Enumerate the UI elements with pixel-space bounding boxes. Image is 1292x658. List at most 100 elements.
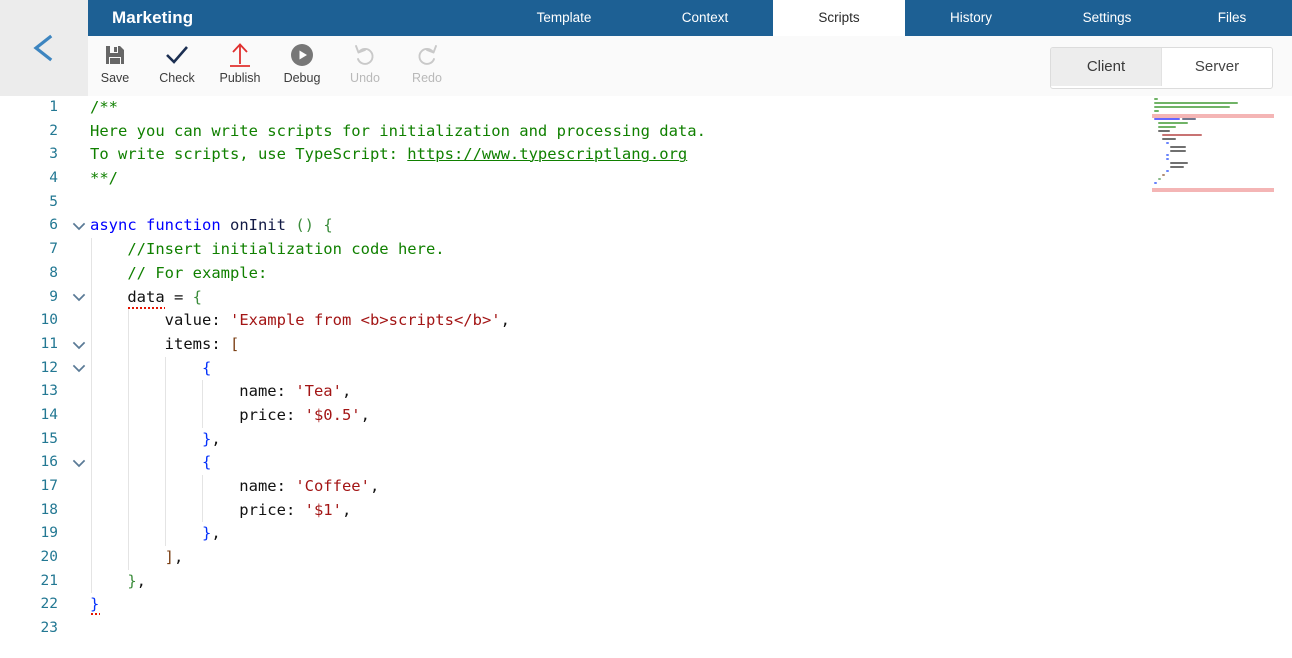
line-number: 3: [49, 146, 58, 163]
minimap-line: [1170, 162, 1188, 164]
line-number: 23: [40, 620, 58, 637]
code-text: price: '$0.5',: [90, 404, 370, 428]
line-number: 2: [49, 122, 58, 139]
code-line[interactable]: 8 // For example:: [0, 261, 1292, 286]
vertical-scrollbar[interactable]: [1278, 96, 1292, 658]
code-line[interactable]: 19 },: [0, 522, 1292, 547]
mode-server-button[interactable]: Server: [1161, 48, 1272, 86]
error-token: data: [127, 287, 165, 309]
code-token: **/: [90, 169, 118, 188]
code-token: [: [229, 334, 240, 353]
tab-context[interactable]: Context: [655, 0, 755, 36]
code-line[interactable]: 14 price: '$0.5',: [0, 403, 1292, 428]
code-line[interactable]: 3 To write scripts, use TypeScript: https…: [0, 143, 1292, 167]
line-number: 11: [40, 335, 58, 352]
minimap-line: [1154, 98, 1158, 100]
code-token: onInit: [229, 216, 286, 235]
code-token: 'Example from <b>scripts</b>': [229, 311, 501, 330]
code-token: (): [295, 216, 314, 235]
minimap-line: [1166, 158, 1169, 160]
tab-history[interactable]: History: [920, 0, 1022, 36]
code-line[interactable]: 6 async function onInit () {: [0, 214, 1292, 238]
code-line[interactable]: 7 //Insert initialization code here.: [0, 238, 1292, 262]
code-text: /**: [90, 96, 118, 120]
code-token: Here you can write scripts for initializ…: [90, 121, 706, 140]
code-line[interactable]: 9 data = {: [0, 285, 1292, 310]
code-line[interactable]: 22}: [0, 593, 1292, 617]
line-number: 12: [40, 359, 58, 376]
minimap-line: [1158, 126, 1176, 128]
code-text: },: [90, 570, 146, 594]
fold-chevron-down-icon[interactable]: [70, 214, 88, 238]
code-editor[interactable]: 1 /** 2 Here you can write scripts for init…: [0, 96, 1292, 658]
minimap-line: [1154, 106, 1230, 108]
code-line[interactable]: 17 name: 'Coffee',: [0, 475, 1292, 499]
code-token: price:: [90, 500, 305, 519]
code-line[interactable]: 20 ],: [0, 546, 1292, 570]
minimap-line: [1154, 102, 1238, 104]
redo-arrow-icon: [389, 40, 465, 70]
code-token: '$1': [304, 500, 342, 519]
title-bar: Marketing Template Context Scripts History S…: [88, 0, 1292, 36]
code-token: /**: [90, 98, 118, 116]
tab-scripts[interactable]: Scripts: [773, 0, 905, 36]
code-line[interactable]: 2 Here you can write scripts for initiali…: [0, 120, 1292, 144]
code-text: price: '$1',: [90, 499, 351, 523]
fold-chevron-down-icon[interactable]: [70, 357, 88, 381]
code-line[interactable]: 21 },: [0, 569, 1292, 594]
code-token: 'Tea': [295, 382, 342, 401]
back-navigation-button[interactable]: [26, 30, 62, 66]
code-text: name: 'Tea',: [90, 380, 351, 404]
error-token: }: [90, 595, 100, 614]
code-line[interactable]: 13 name: 'Tea',: [0, 380, 1292, 404]
code-line[interactable]: 16 {: [0, 451, 1292, 475]
code-text: },: [90, 522, 221, 546]
code-line[interactable]: 12 {: [0, 356, 1292, 381]
line-number: 5: [49, 193, 58, 210]
code-token: }: [127, 571, 137, 590]
line-number: 17: [40, 478, 58, 494]
code-token: ,: [211, 429, 221, 448]
fold-chevron-down-icon[interactable]: [70, 286, 88, 310]
minimap-line: [1158, 122, 1188, 124]
line-number: 19: [40, 525, 58, 542]
code-line[interactable]: 5: [0, 191, 1292, 215]
line-number: 13: [40, 383, 58, 400]
code-text: **/: [90, 167, 118, 191]
code-line[interactable]: 15 },: [0, 427, 1292, 452]
code-token: ,: [360, 405, 370, 424]
code-line[interactable]: 11 items: [: [0, 332, 1292, 357]
tab-settings[interactable]: Settings: [1055, 0, 1159, 36]
tab-template[interactable]: Template: [510, 0, 618, 36]
code-token: // For example:: [90, 263, 268, 282]
code-text: Here you can write scripts for initializ…: [90, 120, 706, 144]
code-line[interactable]: 10 value: 'Example from <b>scripts</b>',: [0, 309, 1292, 333]
fold-chevron-down-icon[interactable]: [70, 451, 88, 475]
code-line[interactable]: 4 **/: [0, 167, 1292, 191]
code-text: }: [90, 593, 99, 617]
code-token: '$0.5': [304, 405, 361, 424]
code-token: }: [201, 524, 212, 543]
code-token: ,: [341, 500, 352, 519]
minimap-line: [1162, 134, 1202, 136]
tab-files[interactable]: Files: [1192, 0, 1272, 36]
code-line[interactable]: 1 /**: [0, 96, 1292, 120]
minimap-line: [1154, 182, 1157, 184]
code-token: }: [201, 429, 212, 448]
code-token: {: [323, 216, 333, 235]
code-token: {: [201, 453, 212, 472]
fold-chevron-down-icon[interactable]: [70, 333, 88, 357]
minimap-line: [1182, 118, 1196, 120]
line-number: 18: [40, 501, 58, 518]
code-minimap[interactable]: [1152, 96, 1274, 658]
client-server-toggle[interactable]: Client Server: [1050, 47, 1273, 89]
line-number: 6: [49, 217, 58, 234]
redo-label: Redo: [412, 71, 442, 85]
mode-client-button[interactable]: Client: [1051, 48, 1161, 86]
code-line[interactable]: 23: [0, 617, 1292, 641]
code-line[interactable]: 18 price: '$1',: [0, 498, 1292, 523]
